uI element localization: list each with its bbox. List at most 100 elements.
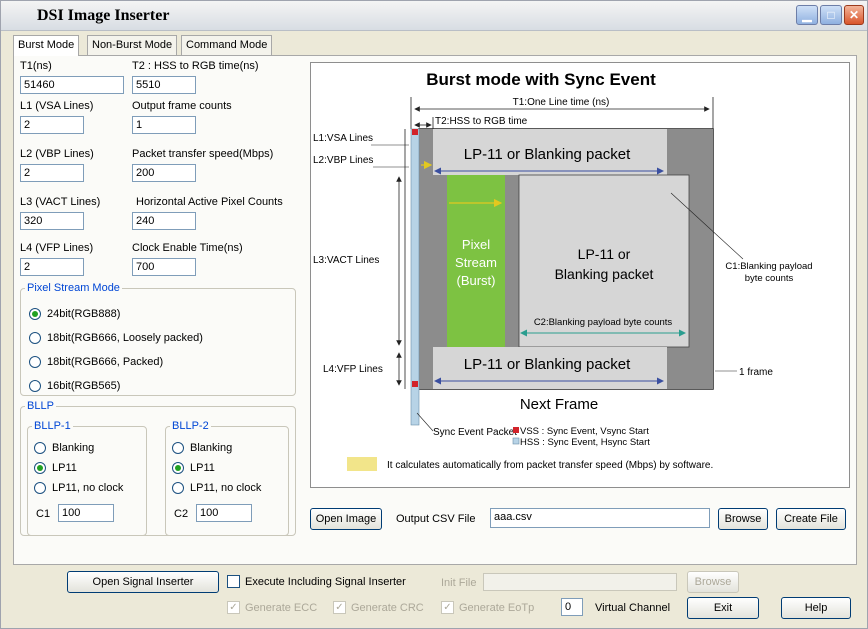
bllp1-radio-blanking[interactable]: Blanking [34,442,94,454]
bllp2-lp11-noclock-label: LP11, no clock [190,482,262,494]
radio-empty-icon [34,442,46,454]
help-button[interactable]: Help [781,597,851,619]
t2-input[interactable]: 5510 [132,76,196,94]
t1-input[interactable]: 51460 [20,76,124,94]
radio-18bit-loose[interactable]: 18bit(RGB666, Loosely packed) [29,332,203,344]
bllp1-group: BLLP-1 Blanking LP11 LP11, no clock C1 1… [27,420,147,536]
tab-command-mode[interactable]: Command Mode [181,35,273,55]
t2-label: T2 : HSS to RGB time(ns) [132,60,259,72]
l2-label: L2 (VBP Lines) [20,148,94,160]
timing-diagram-svg: Burst mode with Sync Event T1:One Line t… [313,70,813,471]
bllp2-legend: BLLP-2 [172,420,209,432]
maximize-icon: □ [827,8,835,22]
t1-dimension-label: T1:One Line time (ns) [513,97,610,108]
bllp1-radio-lp11[interactable]: LP11 [34,462,77,474]
init-file-label: Init File [441,577,477,589]
l1-label: L1 (VSA Lines) [20,100,94,112]
title-bar[interactable]: DSI Image Inserter ▁ □ ✕ [1,1,867,31]
bllp2-radio-lp11[interactable]: LP11 [172,462,215,474]
close-button[interactable]: ✕ [844,5,864,25]
radio-empty-icon [172,482,184,494]
radio-24bit-label: 24bit(RGB888) [47,308,121,320]
c2-diagram-label: C2:Blanking payload byte counts [534,317,673,328]
bllp1-lp11-label: LP11 [52,462,77,474]
frame-label: 1 frame [739,367,773,378]
l3-label: L3 (VACT Lines) [20,196,101,208]
radio-empty-icon [172,442,184,454]
maximize-button[interactable]: □ [820,5,842,25]
radio-empty-icon [29,332,41,344]
l3-diagram-label: L3:VACT Lines [313,255,379,266]
bllp-group: BLLP BLLP-1 Blanking LP11 LP11, no clock… [20,400,296,536]
vss-swatch-icon [513,427,519,433]
burst-mode-panel: T1(ns) 51460 T2 : HSS to RGB time(ns) 55… [13,55,857,565]
minimize-button[interactable]: ▁ [796,5,818,25]
execute-including-label: Execute Including Signal Inserter [245,575,406,588]
output-frame-counts-input[interactable]: 1 [132,116,196,134]
generate-crc-label: Generate CRC [351,601,424,614]
bllp2-radio-blanking[interactable]: Blanking [172,442,232,454]
l2-input[interactable]: 2 [20,164,84,182]
radio-16bit-label: 16bit(RGB565) [47,380,121,392]
browse-init-file-button[interactable]: Browse [687,571,739,593]
c1-diagram-line1: C1:Blanking payload [725,261,812,272]
t2-dimension-label: T2:HSS to RGB time [435,116,528,127]
radio-selected-icon [172,462,184,474]
virtual-channel-label: Virtual Channel [595,602,671,614]
bllp-legend: BLLP [27,400,54,412]
generate-crc-checkbox[interactable]: ✓ Generate CRC [333,601,424,614]
l4-diagram-label: L4:VFP Lines [323,364,383,375]
bottom-packet-label: LP-11 or Blanking packet [464,356,631,373]
radio-16bit[interactable]: 16bit(RGB565) [29,380,120,392]
generate-ecc-label: Generate ECC [245,601,318,614]
pixel-stream-line2: Stream [455,255,497,270]
packet-speed-label: Packet transfer speed(Mbps) [132,148,274,160]
l4-input[interactable]: 2 [20,258,84,276]
pixel-counts-label: Horizontal Active Pixel Counts [136,196,283,208]
c1-input[interactable]: 100 [58,504,114,522]
radio-18bit-packed-label: 18bit(RGB666, Packed) [47,356,164,368]
bllp1-blanking-label: Blanking [52,442,95,454]
radio-18bit-loose-label: 18bit(RGB666, Loosely packed) [47,332,203,344]
virtual-channel-input[interactable]: 0 [561,598,583,616]
bllp1-legend: BLLP-1 [34,420,71,432]
diagram-title: Burst mode with Sync Event [426,70,656,89]
radio-selected-icon [34,462,46,474]
checkbox-empty-icon [227,575,240,588]
bllp2-group: BLLP-2 Blanking LP11 LP11, no clock C2 1… [165,420,289,536]
l1-input[interactable]: 2 [20,116,84,134]
vss-legend-label: VSS : Sync Event, Vsync Start [520,426,649,437]
generate-eotp-checkbox[interactable]: ✓ Generate EoTp [441,601,534,614]
pixel-stream-mode-legend: Pixel Stream Mode [27,282,120,294]
init-file-input[interactable] [483,573,677,591]
c2-input[interactable]: 100 [196,504,252,522]
bllp2-radio-lp11-noclock[interactable]: LP11, no clock [172,482,261,494]
radio-18bit-packed[interactable]: 18bit(RGB666, Packed) [29,356,163,368]
l1-diagram-label: L1:VSA Lines [313,133,373,144]
browse-csv-button[interactable]: Browse [718,508,768,530]
mid-packet-line1: LP-11 or [578,246,631,262]
c2-label: C2 [174,508,189,520]
exit-button[interactable]: Exit [687,597,759,619]
execute-including-checkbox[interactable]: Execute Including Signal Inserter [227,575,406,588]
output-csv-input[interactable]: aaa.csv [490,508,710,528]
open-signal-inserter-button[interactable]: Open Signal Inserter [67,571,219,593]
minimize-icon: ▁ [802,8,812,22]
bllp1-radio-lp11-noclock[interactable]: LP11, no clock [34,482,123,494]
radio-24bit[interactable]: 24bit(RGB888) [29,308,120,320]
l2-diagram-label: L2:VBP Lines [313,155,373,166]
app-window: DSI Image Inserter ▁ □ ✕ Burst Mode Non-… [0,0,868,629]
tab-non-burst-mode[interactable]: Non-Burst Mode [87,35,178,55]
packet-speed-input[interactable]: 200 [132,164,196,182]
generate-ecc-checkbox[interactable]: ✓ Generate ECC [227,601,317,614]
clock-enable-time-input[interactable]: 700 [132,258,196,276]
open-image-button[interactable]: Open Image [310,508,382,530]
create-file-button[interactable]: Create File [776,508,846,530]
pixel-counts-input[interactable]: 240 [132,212,196,230]
auto-calc-note: It calculates automatically from packet … [387,460,713,471]
hss-swatch-icon [512,437,520,445]
l3-input[interactable]: 320 [20,212,84,230]
c1-diagram-line2: byte counts [745,273,794,284]
check-icon: ✓ [333,601,346,614]
tab-burst-mode[interactable]: Burst Mode [13,35,80,56]
